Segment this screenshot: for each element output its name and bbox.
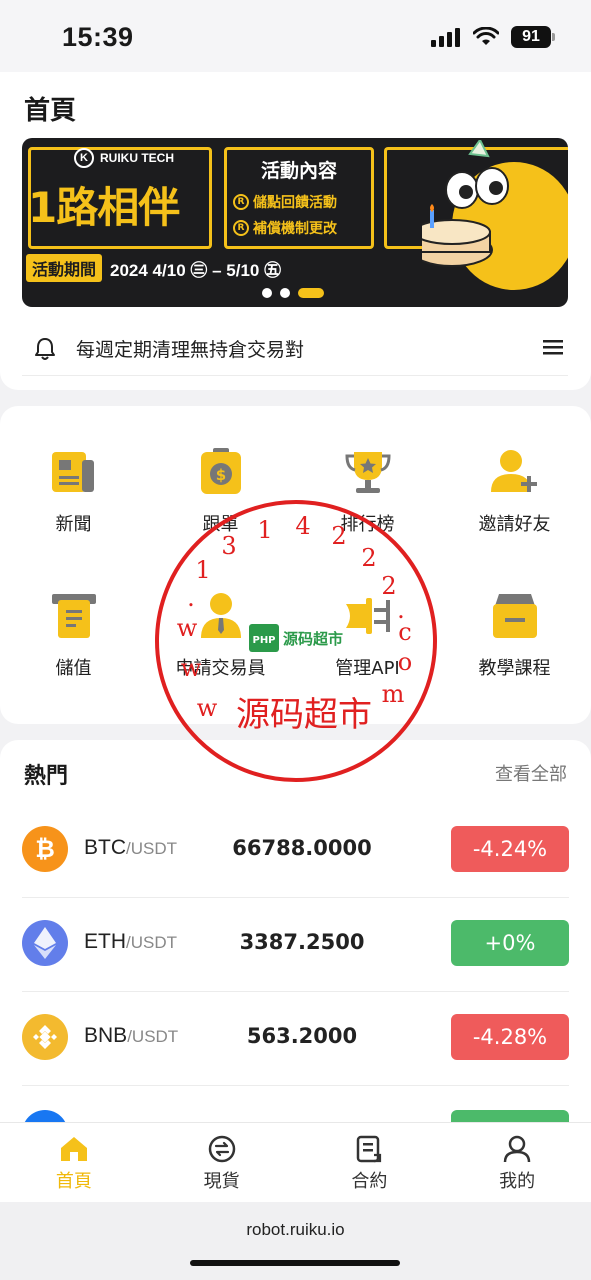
banner-item: R 補償機制更改 — [233, 218, 337, 238]
grid-label: 新聞 — [55, 514, 92, 535]
banner-pagination[interactable] — [262, 288, 324, 298]
banner-period-dates: 2024 4/10 ㊂ – 5/10 ㊄ — [110, 260, 282, 280]
signal-icon — [431, 28, 460, 47]
banner-logo-text: RUIKU TECH — [100, 151, 174, 165]
banner-logo: K RUIKU TECH — [74, 148, 174, 168]
invite-user-icon — [490, 450, 537, 492]
bnb-glyph-icon — [33, 1025, 57, 1049]
nav-label: 現貨 — [203, 1171, 240, 1192]
deposit-icon — [51, 594, 96, 638]
status-bar: 15:39 91 — [0, 0, 591, 72]
grid-item-manage-api[interactable]: 管理API — [294, 590, 441, 680]
banner-content-box: 活動內容 R 儲點回饋活動 R 補償機制更改 — [224, 147, 374, 249]
nav-item-contract[interactable]: 合約 — [296, 1123, 444, 1202]
promo-banner[interactable]: K RUIKU TECH 1路相伴 活動內容 R 儲點回饋活動 R 補償機制更改 — [22, 138, 568, 307]
grid-label: 教學課程 — [478, 658, 551, 679]
url-text: robot.ruiku.io — [246, 1220, 345, 1239]
grid-item-deposit[interactable]: 儲值 — [0, 590, 147, 680]
banner-headline: 1路相伴 — [28, 183, 180, 232]
grid-item-leaderboard[interactable]: 排行榜 — [294, 446, 441, 536]
grid-label: 申請交易員 — [175, 658, 266, 679]
page-title: 首頁 — [24, 96, 77, 126]
coin-row-btc[interactable]: ₿ BTC/USDT 66788.0000 -4.24% — [22, 804, 569, 898]
status-icons: 91 — [431, 26, 555, 48]
news-icon — [51, 452, 94, 492]
svg-text:$: $ — [215, 466, 225, 484]
quick-actions: 新聞 $ 跟單 排行榜 邀請好友 儲值 申請交易員 管理API 教學課程 — [0, 406, 591, 724]
registered-icon: R — [233, 194, 249, 210]
banner-period-label: 活動期間 — [26, 254, 103, 282]
notice-bar[interactable]: 每週定期清理無持倉交易對 — [22, 322, 568, 376]
pagination-dot-active[interactable] — [298, 288, 324, 298]
bnb-icon — [22, 1014, 68, 1060]
coin-pair: BNB/USDT — [84, 1024, 179, 1047]
nav-item-spot[interactable]: 現貨 — [148, 1123, 296, 1202]
bell-icon — [35, 337, 55, 360]
coin-price: 3387.2500 — [239, 930, 365, 954]
copy-trade-icon: $ — [200, 448, 241, 494]
coin-row-eth[interactable]: ETH/USDT 3387.2500 +0% — [22, 898, 569, 992]
nav-label: 我的 — [499, 1171, 536, 1192]
ruiku-logo-icon: K — [74, 148, 94, 168]
home-icon — [60, 1137, 87, 1161]
coin-pair: ETH/USDT — [84, 930, 177, 953]
menu-icon[interactable] — [542, 338, 564, 356]
api-plug-icon — [345, 598, 390, 634]
grid-item-invite[interactable]: 邀請好友 — [441, 446, 588, 536]
trophy-icon — [344, 452, 391, 493]
grid-label: 管理API — [335, 658, 400, 679]
coin-change-badge[interactable]: +0% — [451, 920, 569, 966]
profile-icon — [503, 1135, 531, 1163]
status-time: 15:39 — [62, 22, 134, 52]
banner-content-title: 活動內容 — [260, 160, 337, 182]
grid-label: 排行榜 — [340, 514, 395, 535]
wifi-icon — [473, 27, 499, 45]
grid-item-tutorial[interactable]: 教學課程 — [441, 590, 588, 680]
ethereum-icon — [22, 920, 68, 966]
browser-url-bar[interactable]: robot.ruiku.io — [0, 1202, 591, 1280]
grid-item-news[interactable]: 新聞 — [0, 446, 147, 536]
coin-pair: BTC/USDT — [84, 836, 177, 859]
bottom-nav: 首頁 現貨 合約 我的 — [0, 1122, 591, 1202]
nav-item-profile[interactable]: 我的 — [443, 1123, 591, 1202]
view-all-link[interactable]: 查看全部 — [495, 760, 567, 786]
trader-icon — [200, 593, 241, 638]
hot-title: 熱門 — [24, 764, 69, 789]
banner-period: 活動期間 2024 4/10 ㊂ – 5/10 ㊄ — [26, 254, 281, 282]
coin-price: 563.2000 — [246, 1024, 358, 1048]
grid-item-copy-trade[interactable]: $ 跟單 — [147, 446, 294, 536]
grid-label: 邀請好友 — [478, 514, 551, 535]
spot-exchange-icon — [208, 1135, 235, 1163]
nav-label: 合約 — [351, 1171, 388, 1192]
banner-item: R 儲點回饋活動 — [233, 192, 337, 212]
registered-icon: R — [233, 220, 249, 236]
tutorial-icon — [492, 594, 537, 638]
coin-row-bnb[interactable]: BNB/USDT 563.2000 -4.28% — [22, 992, 569, 1086]
ethereum-glyph-icon — [34, 927, 56, 959]
pagination-dot[interactable] — [280, 288, 290, 298]
coin-change-badge[interactable]: -4.28% — [451, 1014, 569, 1060]
bitcoin-icon: ₿ — [22, 826, 68, 872]
grid-label: 儲值 — [55, 658, 92, 679]
coin-price: 66788.0000 — [232, 836, 372, 860]
hot-list: 熱門 查看全部 ₿ BTC/USDT 66788.0000 -4.24% ETH… — [0, 740, 591, 1140]
contract-icon — [357, 1135, 382, 1163]
home-indicator — [190, 1260, 400, 1266]
nav-label: 首頁 — [55, 1171, 92, 1192]
notice-text: 每週定期清理無持倉交易對 — [76, 339, 305, 361]
battery-icon: 91 — [511, 26, 555, 48]
mascot-icon — [422, 140, 568, 290]
grid-item-apply-trader[interactable]: 申請交易員 — [147, 590, 294, 680]
grid-label: 跟單 — [202, 514, 239, 535]
top-card: 首頁 K RUIKU TECH 1路相伴 活動內容 R 儲點回饋活動 R 補償機… — [0, 72, 591, 390]
pagination-dot[interactable] — [262, 288, 272, 298]
nav-item-home[interactable]: 首頁 — [0, 1123, 148, 1202]
coin-change-badge[interactable]: -4.24% — [451, 826, 569, 872]
